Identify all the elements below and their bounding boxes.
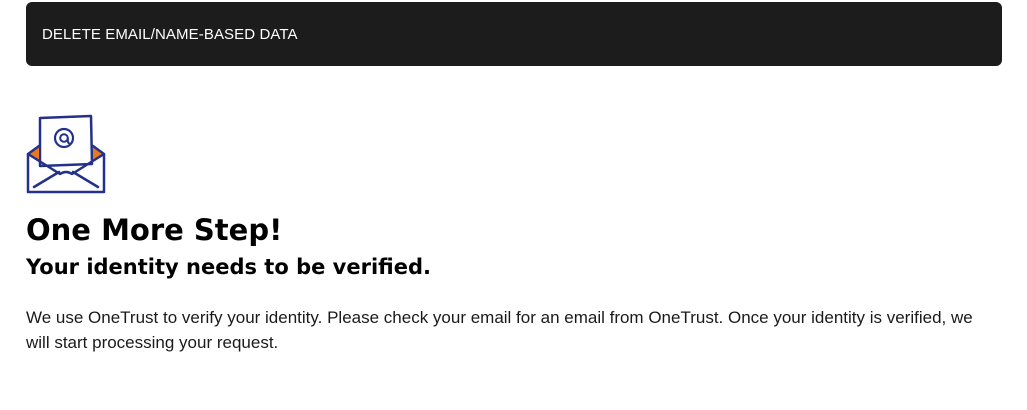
envelope-at-icon [26,114,106,194]
page-subtitle: Your identity needs to be verified. [26,255,431,279]
verification-message: We use OneTrust to verify your identity.… [26,308,973,352]
header-title: DELETE EMAIL/NAME-BASED DATA [42,25,298,43]
header-bar: DELETE EMAIL/NAME-BASED DATA [26,2,1002,66]
page-title: One More Step! [26,213,283,247]
